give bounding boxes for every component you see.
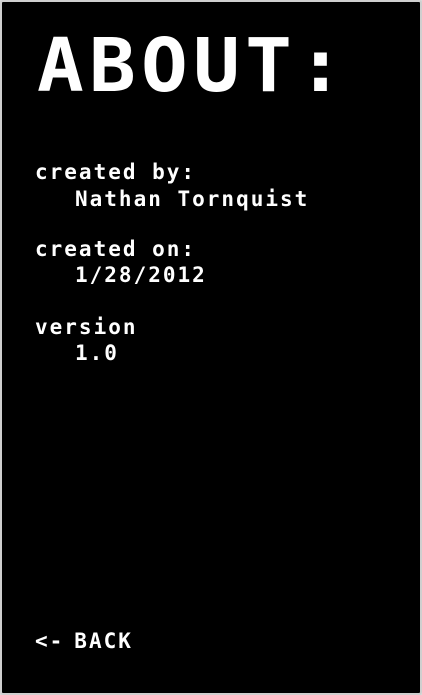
back-button[interactable]: <- BACK [35, 629, 133, 653]
created-by-value: Nathan Tornquist [75, 187, 310, 211]
version-value: 1.0 [75, 341, 119, 365]
app-window: ABOUT: created by: Nathan Tornquist crea… [0, 0, 422, 695]
about-screen: ABOUT: created by: Nathan Tornquist crea… [3, 3, 419, 692]
created-by-label: created by: [35, 160, 197, 184]
created-on-label: created on: [35, 237, 197, 261]
version-label: version [35, 315, 138, 339]
back-arrow-icon: <- [35, 629, 65, 653]
created-on-value: 1/28/2012 [75, 263, 207, 287]
page-title: ABOUT: [37, 23, 350, 109]
back-button-label: BACK [74, 629, 133, 653]
